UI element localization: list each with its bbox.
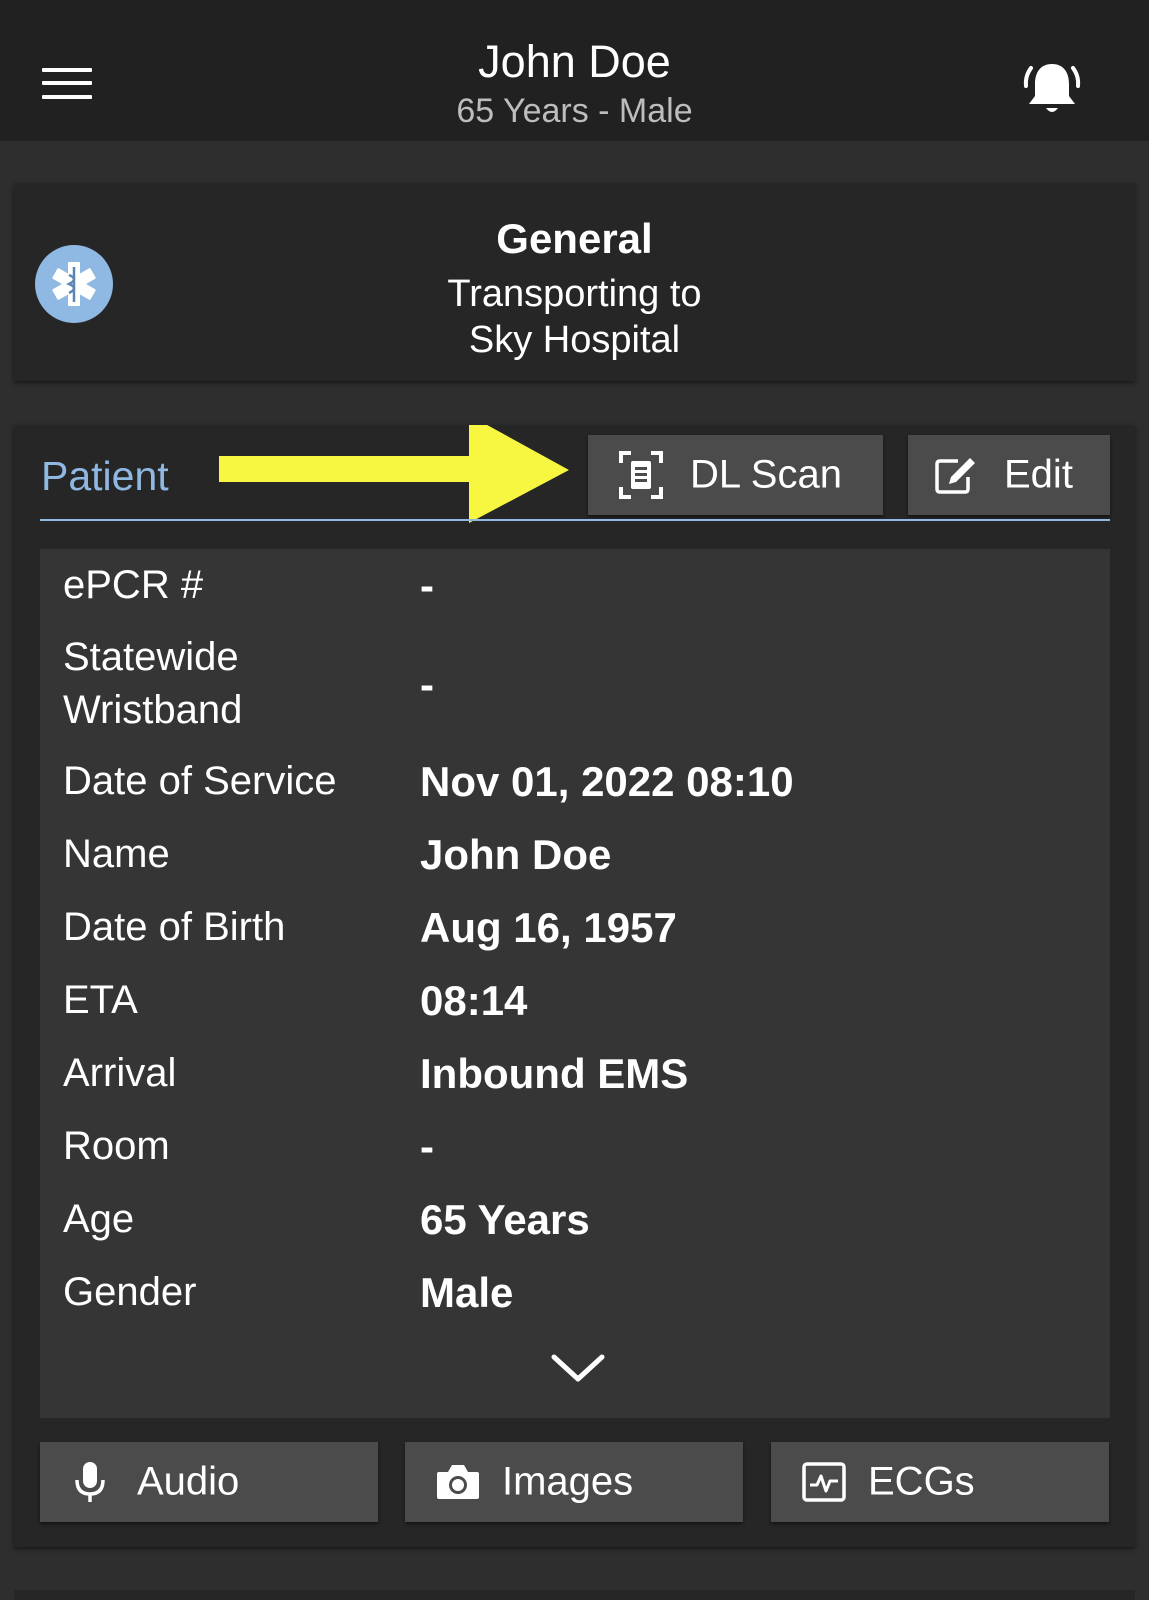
edit-pencil-icon bbox=[935, 458, 975, 494]
dl-scan-button[interactable]: DL Scan bbox=[588, 435, 883, 515]
transport-status: Transporting to Sky Hospital bbox=[14, 271, 1135, 363]
patient-section-title: Patient bbox=[41, 453, 169, 499]
camera-icon bbox=[437, 1465, 479, 1499]
info-label: Room bbox=[63, 1124, 170, 1168]
general-title: General bbox=[496, 215, 653, 262]
images-button[interactable]: Images bbox=[405, 1442, 743, 1522]
edit-label: Edit bbox=[1004, 452, 1073, 497]
info-value: - bbox=[420, 562, 434, 609]
audio-button[interactable]: Audio bbox=[40, 1442, 378, 1522]
info-value: Nov 01, 2022 08:10 bbox=[420, 758, 794, 805]
images-label: Images bbox=[502, 1459, 634, 1504]
info-value: - bbox=[420, 1123, 434, 1170]
top-bar: John Doe 65 Years - Male bbox=[0, 0, 1149, 141]
info-label: Date of Service bbox=[63, 759, 337, 803]
ecgs-button[interactable]: ECGs bbox=[771, 1442, 1109, 1522]
transport-destination: Sky Hospital bbox=[468, 319, 681, 361]
ringing-bell-icon[interactable] bbox=[1022, 58, 1082, 120]
scan-document-icon bbox=[619, 451, 663, 499]
info-label: Date of Birth bbox=[63, 905, 286, 949]
info-value: Inbound EMS bbox=[420, 1050, 689, 1097]
info-label-line-1: Statewide bbox=[63, 635, 239, 679]
general-status-card[interactable]: General Transporting to Sky Hospital bbox=[14, 183, 1135, 381]
next-section-card bbox=[14, 1590, 1135, 1600]
ecg-monitor-icon bbox=[802, 1462, 846, 1502]
info-label: Age bbox=[63, 1197, 135, 1241]
patient-info-panel: ePCR # - Statewide Wristband - Date of S… bbox=[40, 549, 1110, 1418]
info-value: - bbox=[420, 661, 434, 708]
audio-label: Audio bbox=[137, 1459, 240, 1504]
patient-card: Patient DL Scan Edit ePCR # - Statewide bbox=[14, 425, 1135, 1547]
info-value: Male bbox=[420, 1269, 514, 1316]
info-label: ETA bbox=[63, 978, 138, 1022]
info-label-line-2: Wristband bbox=[63, 688, 243, 732]
info-value: John Doe bbox=[420, 831, 612, 878]
info-label: Arrival bbox=[63, 1051, 177, 1095]
edit-button[interactable]: Edit bbox=[908, 435, 1110, 515]
info-value: 65 Years bbox=[420, 1196, 590, 1243]
info-value: Aug 16, 1957 bbox=[420, 904, 677, 951]
microphone-icon bbox=[75, 1462, 105, 1502]
ecgs-label: ECGs bbox=[868, 1459, 975, 1504]
info-label: Gender bbox=[63, 1270, 197, 1314]
info-label: ePCR # bbox=[63, 563, 204, 607]
section-divider bbox=[40, 519, 1110, 521]
transport-line-1: Transporting to bbox=[447, 273, 702, 315]
patient-summary-subtitle: 65 Years - Male bbox=[456, 92, 693, 130]
info-label: Name bbox=[63, 832, 170, 876]
info-value: 08:14 bbox=[420, 977, 528, 1024]
patient-name-title: John Doe bbox=[478, 36, 671, 87]
info-label: Statewide Wristband bbox=[63, 631, 242, 737]
dl-scan-label: DL Scan bbox=[690, 452, 842, 497]
chevron-down-icon[interactable] bbox=[550, 1349, 606, 1385]
